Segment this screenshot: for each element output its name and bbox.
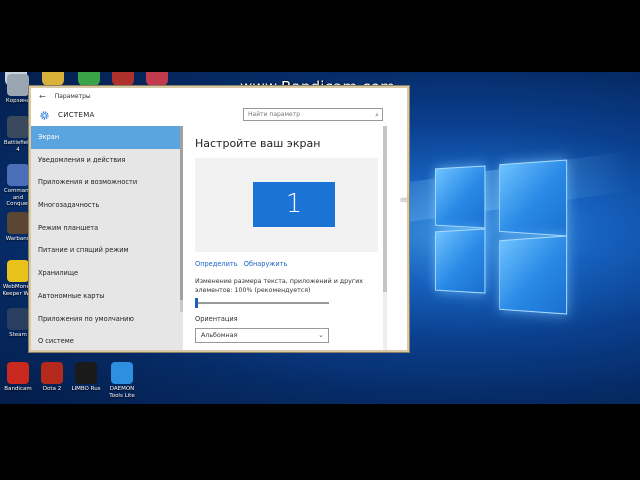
app-icon <box>7 260 29 282</box>
app-icon <box>7 164 29 186</box>
scale-label: Изменение размера текста, приложений и д… <box>195 278 364 294</box>
resize-cursor-icon: ⇔ <box>400 195 409 206</box>
desktop-icon-label: DAEMON Tools Lite <box>109 386 135 399</box>
sidebar-item[interactable]: Приложения по умолчанию <box>31 308 183 331</box>
sidebar-item[interactable]: Режим планшета <box>31 217 183 240</box>
windows-logo-pane <box>499 235 568 315</box>
content-scrollbar[interactable] <box>383 126 387 350</box>
app-icon <box>7 212 29 234</box>
chevron-down-icon: ⌄ <box>318 331 324 339</box>
monitor-tile[interactable]: 1 <box>253 182 335 227</box>
desktop-icon[interactable]: DAEMON Tools Lite <box>106 362 138 399</box>
section-title: СИСТЕМА <box>58 111 95 119</box>
settings-window[interactable]: ← Параметры СИСТЕМА Найти параметр ⌕ Экр… <box>28 85 410 353</box>
app-icon <box>111 362 133 384</box>
desktop-icon[interactable] <box>146 72 168 86</box>
orientation-value: Альбомная <box>201 332 238 339</box>
app-icon <box>7 308 29 330</box>
sidebar-item[interactable]: О системе <box>31 330 183 350</box>
window-title: Параметры <box>54 92 91 100</box>
desktop-icon[interactable]: LIMBO Rus <box>70 362 102 393</box>
scrollbar-thumb[interactable] <box>180 126 183 300</box>
page-title: Настройте ваш экран <box>195 137 321 150</box>
scale-slider[interactable] <box>195 298 329 308</box>
desktop-icon-label: Bandicam <box>4 386 32 392</box>
windows-logo-pane <box>499 159 568 237</box>
desktop-icon[interactable] <box>112 72 134 86</box>
scrollbar-thumb[interactable] <box>383 126 387 292</box>
desktop-icon[interactable]: Bandicam <box>2 362 34 393</box>
sidebar-item[interactable]: Питание и спящий режим <box>31 239 183 262</box>
orientation-select[interactable]: Альбомная ⌄ <box>195 328 329 343</box>
sidebar-item[interactable]: Многозадачность <box>31 194 183 217</box>
detect-link[interactable]: Обнаружить <box>244 260 288 268</box>
windows-logo-pane <box>435 165 486 229</box>
title-bar[interactable]: ← Параметры <box>31 88 407 104</box>
identify-link[interactable]: Определить <box>195 260 238 268</box>
sidebar-item[interactable]: Хранилище <box>31 262 183 285</box>
orientation-label: Ориентация <box>195 315 238 323</box>
windows-logo-pane <box>435 228 486 294</box>
display-links: Определить Обнаружить <box>195 260 291 268</box>
sidebar-item[interactable]: Автономные карты <box>31 285 183 308</box>
display-settings-panel: Настройте ваш экран 1 Определить Обнаруж… <box>194 126 384 350</box>
desktop-icon-label: Dota 2 <box>42 386 62 392</box>
desktop-icon[interactable] <box>78 72 100 86</box>
app-icon <box>7 74 29 96</box>
search-icon[interactable]: ⌕ <box>375 110 379 121</box>
desktop-icon-label: LIMBO Rus <box>71 386 101 392</box>
sidebar-scrollbar[interactable] <box>180 126 183 312</box>
app-icon <box>41 362 63 384</box>
search-input[interactable]: Найти параметр ⌕ <box>243 108 383 121</box>
gear-icon <box>40 110 49 120</box>
sidebar-nav: Экран Уведомления и действия Приложения и … <box>31 126 183 350</box>
sidebar-item[interactable]: Приложения и возможности <box>31 171 183 194</box>
screen: Корзина Battlefield 4 Command and Conquer W… <box>0 0 640 480</box>
slider-thumb[interactable] <box>195 298 198 308</box>
app-icon <box>7 116 29 138</box>
app-icon <box>7 362 29 384</box>
back-arrow-icon[interactable]: ← <box>39 92 46 101</box>
sidebar-item[interactable]: Экран <box>31 126 183 149</box>
app-icon <box>75 362 97 384</box>
sidebar-item[interactable]: Уведомления и действия <box>31 149 183 172</box>
slider-track[interactable] <box>195 302 329 304</box>
search-placeholder: Найти параметр <box>248 111 300 118</box>
desktop-icon[interactable] <box>42 72 64 86</box>
desktop-icon[interactable]: Dota 2 <box>36 362 68 393</box>
display-arrangement-area: 1 <box>195 158 378 252</box>
